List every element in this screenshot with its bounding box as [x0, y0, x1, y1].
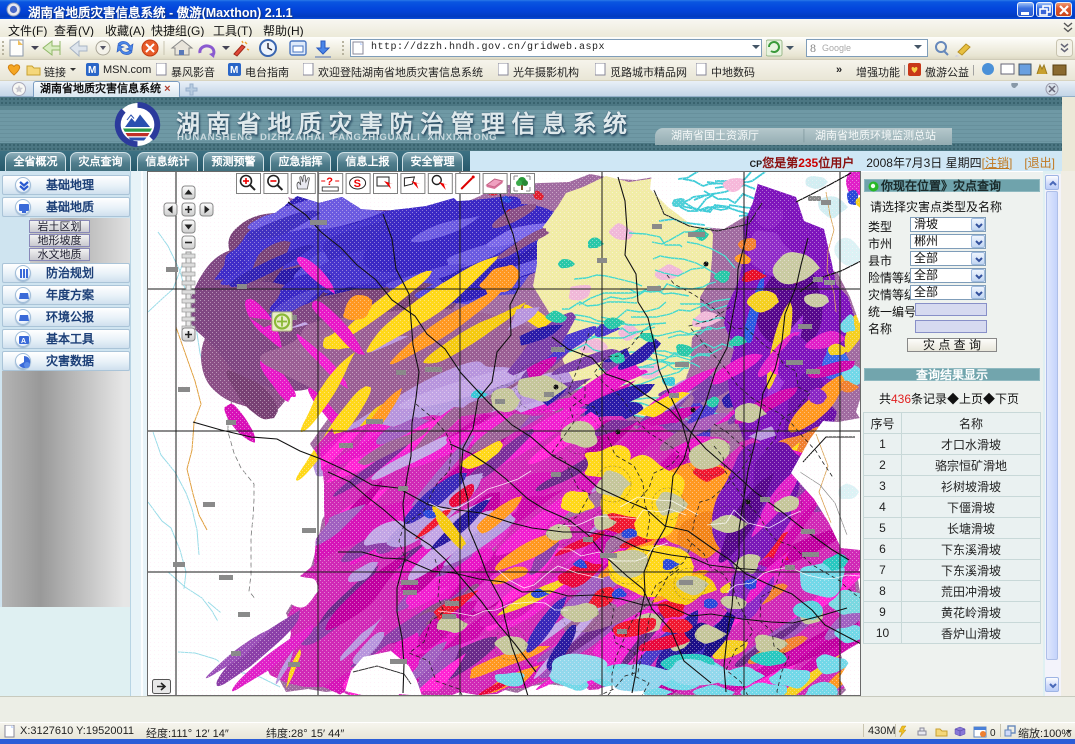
svg-text:0: 0 — [990, 728, 996, 738]
svg-text:M: M — [88, 65, 96, 76]
svg-text:8: 8 — [810, 41, 816, 55]
svg-text:S: S — [354, 178, 361, 190]
svg-text:?: ? — [326, 176, 333, 188]
svg-text:Google: Google — [822, 43, 851, 53]
svg-text:M: M — [230, 65, 238, 76]
svg-text:A: A — [21, 338, 26, 345]
